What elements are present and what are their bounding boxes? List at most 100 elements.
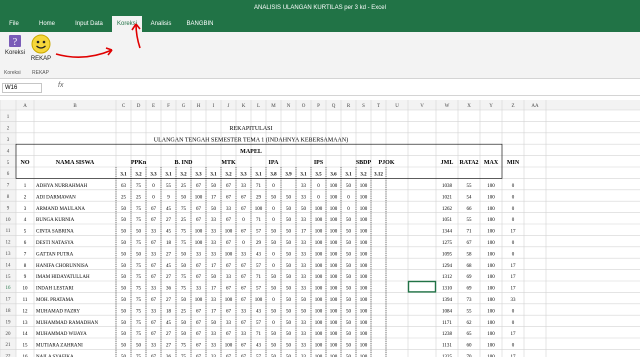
summary-cell: 100	[487, 184, 495, 189]
summary-cell: 69	[467, 287, 473, 292]
summary-cell: 0	[512, 252, 515, 257]
row-header-17[interactable]: 17	[6, 298, 12, 303]
tab-file[interactable]: File	[0, 16, 28, 32]
score-cell: 50	[121, 252, 127, 257]
score-cell: 67	[226, 287, 232, 292]
score-cell: 50	[271, 195, 277, 200]
column-header-T[interactable]: T	[377, 104, 380, 109]
column-header-E[interactable]: E	[152, 104, 155, 109]
name-box[interactable]: W16	[2, 83, 42, 93]
row-header-19[interactable]: 19	[6, 320, 12, 325]
score-cell: 67	[241, 275, 247, 280]
score-cell: 50	[271, 230, 277, 235]
column-header-U[interactable]: U	[395, 104, 399, 109]
row-header-10[interactable]: 10	[6, 218, 12, 223]
score-cell: 67	[196, 332, 202, 337]
nama-header: NAMA SISWA	[56, 160, 95, 166]
score-cell: 27	[166, 252, 172, 257]
score-cell: 67	[151, 321, 157, 326]
score-cell: 75	[181, 344, 187, 349]
score-cell: 33	[301, 275, 307, 280]
row-header-20[interactable]: 20	[6, 332, 12, 337]
score-cell: 43	[256, 344, 262, 349]
score-cell: 75	[181, 207, 187, 212]
column-header-V[interactable]: V	[420, 104, 424, 109]
student-name: ADI DARMAWAN	[36, 195, 76, 200]
row-header-15[interactable]: 15	[6, 275, 12, 280]
column-header-P[interactable]: P	[317, 104, 320, 109]
score-cell: 67	[151, 275, 157, 280]
score-cell: 33	[301, 264, 307, 269]
score-cell: 67	[241, 264, 247, 269]
sheet-canvas[interactable]: A B C D E F G H I J K L M N O P Q R S T U V W X Y Z AA123456789101…	[0, 100, 640, 357]
score-cell: 33	[301, 241, 307, 246]
column-header-S[interactable]: S	[362, 104, 365, 109]
tab-home[interactable]: Home	[30, 16, 64, 32]
tab-bangbin[interactable]: BANGBIN	[180, 16, 220, 32]
column-header-A[interactable]: A	[23, 104, 27, 109]
row-header-16[interactable]: 16	[6, 286, 12, 291]
row-header-14[interactable]: 14	[6, 263, 12, 268]
row-header-13[interactable]: 13	[6, 252, 12, 257]
row-header-21[interactable]: 21	[6, 343, 12, 348]
score-cell: 0	[152, 184, 155, 189]
column-header-Z[interactable]: Z	[511, 104, 514, 109]
column-header-Q[interactable]: Q	[332, 104, 336, 109]
summary-cell: 0	[512, 218, 515, 223]
summary-cell: 1171	[442, 321, 452, 326]
score-cell: 50	[136, 252, 142, 257]
red-annotation-arrow-icon	[55, 47, 113, 58]
column-header-X[interactable]: X	[467, 104, 471, 109]
score-cell: 45	[166, 207, 172, 212]
score-cell: 33	[211, 344, 217, 349]
column-header-K[interactable]: K	[242, 104, 246, 109]
score-cell: 43	[256, 309, 262, 314]
summary-cell: 100	[487, 264, 495, 269]
score-cell: 67	[226, 184, 232, 189]
score-cell: 33	[151, 344, 157, 349]
tab-analisis[interactable]: Analisis	[146, 16, 176, 32]
help-icon: ?	[9, 35, 21, 48]
row-header-12[interactable]: 12	[6, 241, 12, 246]
student-name: CINTA SABRINA	[36, 230, 74, 235]
score-cell: 67	[226, 218, 232, 223]
column-header-D[interactable]: D	[137, 104, 141, 109]
column-header-W[interactable]: W	[445, 104, 450, 109]
column-header-Y[interactable]: Y	[489, 104, 493, 109]
column-header-M[interactable]: M	[271, 104, 276, 109]
column-header-AA[interactable]: AA	[531, 104, 539, 109]
column-header-G[interactable]: G	[182, 104, 186, 109]
column-header-J[interactable]: J	[228, 104, 230, 109]
group-rekap-label: REKAP	[32, 70, 49, 76]
column-header-N[interactable]: N	[287, 104, 291, 109]
ribbon: ? Koreksi REKAP Koreksi REKAP	[0, 32, 640, 79]
column-header-L[interactable]: L	[257, 104, 260, 109]
score-cell: 67	[226, 241, 232, 246]
spreadsheet-grid[interactable]: A B C D E F G H I J K L M N O P Q R S T U V W X Y Z AA 1 2 3 4 5 6 7 8 9 10 1…	[0, 100, 640, 357]
score-cell: 67	[226, 264, 232, 269]
student-name: BUNGA KURNIA	[36, 218, 75, 223]
summary-cell: 55	[467, 184, 473, 189]
koreksi-button[interactable]: ? Koreksi	[2, 34, 28, 64]
column-header-H[interactable]: H	[197, 104, 201, 109]
rekap-button[interactable]: REKAP	[28, 34, 54, 64]
window-title: ANALISIS ULANGAN KURTILAS per 3 kd - Exc…	[254, 5, 386, 11]
tab-input-data[interactable]: Input Data	[66, 16, 112, 32]
score-cell: 33	[196, 252, 202, 257]
score-cell: 100	[330, 218, 338, 223]
column-header-O[interactable]: O	[302, 104, 306, 109]
score-cell: 27	[166, 298, 172, 303]
row-header-11[interactable]: 11	[6, 229, 11, 234]
score-cell: 33	[301, 252, 307, 257]
score-cell: 67	[241, 298, 247, 303]
score-cell: 50	[136, 230, 142, 235]
summary-cell: 60	[467, 344, 473, 349]
score-cell: 100	[360, 298, 368, 303]
summary-cell: 1095	[442, 252, 453, 257]
score-cell: 50	[121, 207, 127, 212]
score-cell: 100	[360, 241, 368, 246]
score-cell: 33	[151, 230, 157, 235]
no-header: NO	[21, 160, 30, 166]
column-header-F[interactable]: F	[167, 104, 170, 109]
row-header-18[interactable]: 18	[6, 309, 12, 314]
